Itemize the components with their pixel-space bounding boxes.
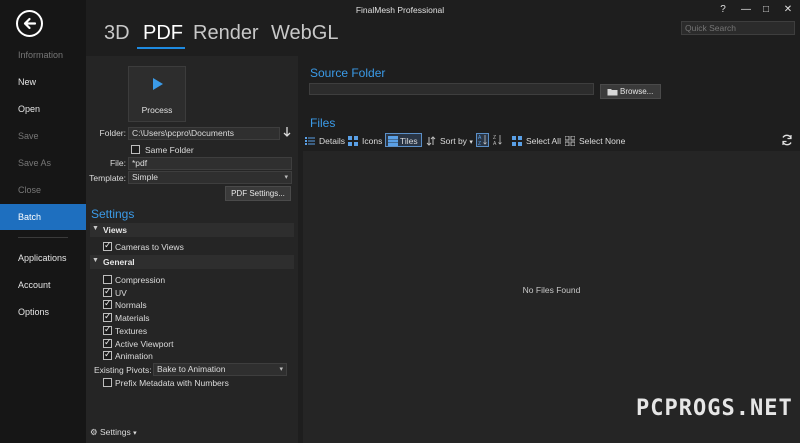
template-value: Simple (132, 172, 158, 182)
process-label: Process (141, 105, 173, 115)
existing-pivots-label: Existing Pivots: (94, 365, 152, 375)
folder-down-arrow-icon[interactable] (282, 126, 292, 138)
close-button[interactable]: ✕ (776, 2, 800, 17)
textures-checkbox[interactable] (103, 324, 112, 335)
compression-checkbox[interactable] (103, 275, 112, 284)
active-tab-indicator (137, 47, 185, 49)
uv-checkbox[interactable] (103, 286, 112, 297)
refresh-icon[interactable] (781, 134, 793, 146)
tab-pdf[interactable]: PDF (143, 22, 183, 45)
tab-render[interactable]: Render (193, 22, 259, 45)
materials-label: Materials (115, 313, 150, 323)
quick-search-input[interactable] (681, 21, 795, 35)
normals-checkbox[interactable] (103, 298, 112, 309)
sort-descending-button[interactable]: ZA (492, 134, 504, 147)
source-folder-path-field[interactable] (309, 83, 594, 95)
tab-3d[interactable]: 3D (104, 22, 130, 45)
settings-heading: Settings (91, 207, 135, 221)
watermark: PCPROGS.NET (636, 396, 793, 421)
active-viewport-label: Active Viewport (115, 339, 174, 349)
nav-applications[interactable]: Applications (0, 245, 86, 271)
process-button[interactable]: Process (128, 66, 186, 122)
nav-batch[interactable]: Batch (0, 204, 86, 230)
select-none-button[interactable]: Select None (565, 134, 625, 148)
icons-view-button[interactable]: Icons (348, 134, 382, 148)
file-label: File: (109, 158, 126, 168)
chevron-down-icon: ▾ (133, 430, 137, 437)
empty-state-text: No Files Found (522, 285, 581, 295)
backstage-sidebar: Information New Open Save Save As Close … (0, 0, 86, 443)
select-none-icon (565, 136, 575, 146)
app-title: FinalMesh Professional (355, 5, 445, 15)
normals-label: Normals (115, 300, 147, 310)
existing-pivots-dropdown[interactable]: Bake to Animation ▾ (153, 363, 287, 376)
views-section-header[interactable]: ▼ Views (90, 223, 294, 237)
details-view-button[interactable]: Details (305, 134, 345, 148)
existing-pivots-value: Bake to Animation (157, 364, 226, 374)
tiles-icon (388, 136, 398, 146)
collapse-chevron-icon: ▼ (92, 257, 99, 264)
svg-text:Z: Z (478, 141, 481, 146)
source-folder-heading: Source Folder (310, 66, 386, 80)
views-section-title: Views (103, 225, 127, 235)
browse-button[interactable]: Browse... (600, 84, 661, 99)
icons-grid-icon (348, 136, 358, 146)
browse-label: Browse... (620, 87, 654, 96)
prefix-metadata-checkbox[interactable] (103, 378, 112, 387)
uv-label: UV (115, 288, 127, 298)
tiles-view-button[interactable]: Tiles (385, 133, 422, 147)
nav-information[interactable]: Information (0, 42, 86, 68)
materials-checkbox[interactable] (103, 311, 112, 322)
sort-by-button[interactable]: Sort by ▾ (426, 134, 473, 148)
chevron-down-icon: ▾ (284, 174, 288, 181)
general-section-title: General (103, 257, 135, 267)
nav-new[interactable]: New (0, 69, 86, 95)
chevron-down-icon: ▾ (279, 366, 283, 373)
select-all-icon (512, 136, 522, 146)
folder-field[interactable]: C:\Users\pcpro\Documents (128, 127, 280, 140)
maximize-button[interactable]: □ (754, 2, 778, 17)
cameras-to-views-label: Cameras to Views (115, 242, 184, 252)
sort-icon (426, 136, 436, 146)
pdf-settings-button[interactable]: PDF Settings... (225, 186, 291, 201)
active-viewport-checkbox[interactable] (103, 337, 112, 348)
nav-save-as[interactable]: Save As (0, 150, 86, 176)
settings-footer-label: Settings (100, 427, 131, 437)
general-section-header[interactable]: ▼ General (90, 255, 294, 269)
nav-divider (18, 237, 68, 238)
nav-close[interactable]: Close (0, 177, 86, 203)
animation-label: Animation (115, 351, 153, 361)
cameras-to-views-checkbox[interactable] (103, 240, 112, 251)
same-folder-label: Same Folder (145, 145, 194, 155)
title-bar: FinalMesh Professional ? — □ ✕ (86, 0, 800, 20)
svg-text:A: A (493, 141, 497, 146)
prefix-metadata-label: Prefix Metadata with Numbers (115, 378, 229, 388)
same-folder-checkbox[interactable] (131, 145, 140, 154)
sort-ascending-button[interactable]: AZ (476, 133, 489, 147)
sort-descending-icon: ZA (493, 135, 502, 147)
nav-account[interactable]: Account (0, 272, 86, 298)
files-heading: Files (310, 116, 336, 130)
play-icon (153, 78, 163, 90)
nav-save[interactable]: Save (0, 123, 86, 149)
animation-checkbox[interactable] (103, 349, 112, 360)
folder-label: Folder: (99, 128, 126, 138)
template-label: Template: (89, 173, 126, 183)
tab-webgl[interactable]: WebGL (271, 22, 338, 45)
file-field[interactable]: *pdf (128, 157, 292, 170)
gear-icon: ⚙ (90, 427, 98, 437)
template-dropdown[interactable]: Simple ▾ (128, 171, 292, 184)
folder-icon (607, 89, 618, 96)
compression-label: Compression (115, 275, 166, 285)
nav-options[interactable]: Options (0, 299, 86, 325)
sort-ascending-icon: AZ (478, 135, 487, 147)
select-all-button[interactable]: Select All (512, 134, 561, 148)
nav-open[interactable]: Open (0, 96, 86, 122)
collapse-chevron-icon: ▼ (92, 225, 99, 232)
help-button[interactable]: ? (711, 2, 735, 17)
chevron-down-icon: ▾ (469, 139, 473, 146)
settings-menu-button[interactable]: ⚙ Settings ▾ (90, 427, 137, 438)
textures-label: Textures (115, 326, 148, 336)
details-list-icon (305, 137, 315, 145)
